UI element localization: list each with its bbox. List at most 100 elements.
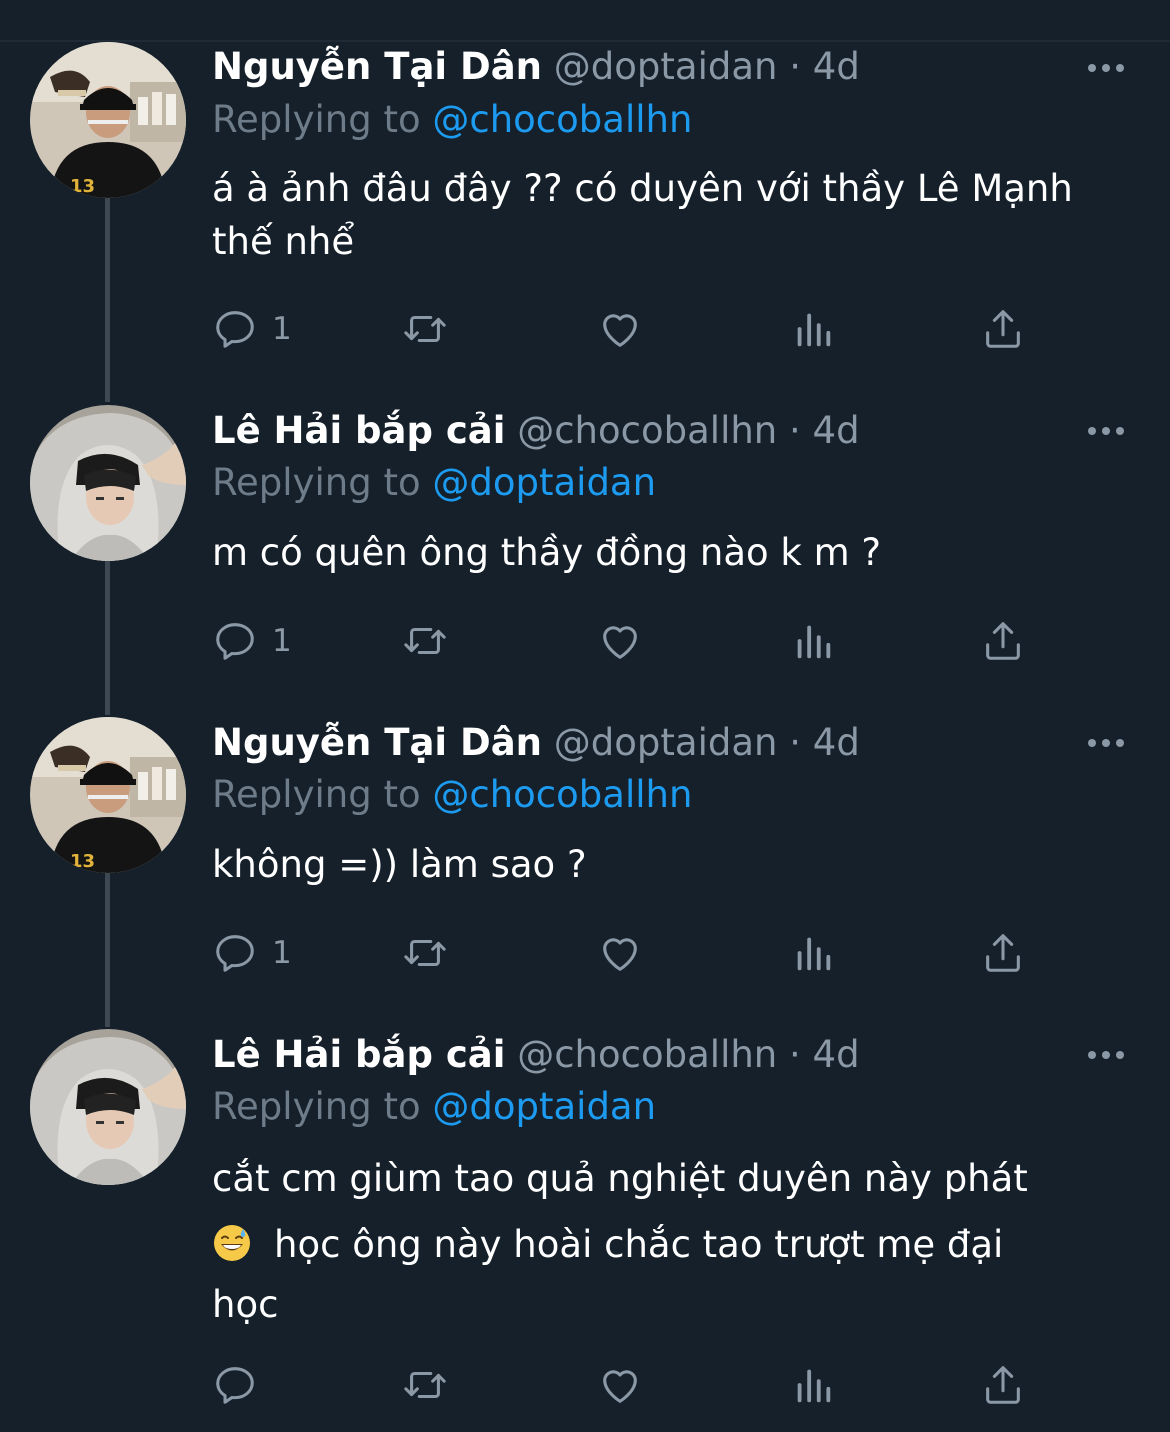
- analytics-button[interactable]: [790, 304, 836, 354]
- reply-count: 1: [272, 311, 292, 347]
- tweet-header: Lê Hải bắp cải @chocoballhn · 4d: [212, 1030, 860, 1080]
- retweet-icon: [404, 627, 446, 655]
- like-button[interactable]: [597, 928, 643, 978]
- analytics-button[interactable]: [790, 928, 836, 978]
- like-button[interactable]: [597, 304, 643, 354]
- retweet-button[interactable]: [402, 616, 448, 666]
- share-icon: [986, 310, 1020, 348]
- avatar[interactable]: 13: [30, 42, 186, 198]
- separator: ·: [789, 409, 801, 452]
- user-handle[interactable]: @chocoballhn: [517, 1033, 777, 1076]
- tweet-text-line: không =)) làm sao ?: [212, 843, 587, 886]
- like-button[interactable]: [597, 616, 643, 666]
- reply-button[interactable]: [212, 1360, 258, 1410]
- user-handle[interactable]: @chocoballhn: [517, 409, 777, 452]
- replying-to: Replying to @chocoballhn: [212, 95, 692, 145]
- separator: ·: [789, 45, 802, 88]
- share-button[interactable]: [980, 304, 1026, 354]
- man-cap-avatar-image: 13: [30, 42, 186, 198]
- hoodie-avatar-image: [30, 405, 186, 561]
- tweet-actions: [212, 1360, 1112, 1410]
- timestamp[interactable]: 4d: [813, 409, 860, 452]
- tweet[interactable]: Lê Hải bắp cải @chocoballhn · 4d Replyin…: [0, 400, 1170, 712]
- replying-to: Replying to @chocoballhn: [212, 770, 692, 820]
- replying-to-label: Replying to: [212, 773, 421, 816]
- retweet-button[interactable]: [402, 304, 448, 354]
- tweet-header: Nguyễn Tại Dân @doptaidan · 4d: [212, 718, 860, 768]
- tweet[interactable]: 13 Nguyễn Tại Dân @doptaidan · 4d Replyi…: [0, 0, 1170, 400]
- share-button[interactable]: [980, 1360, 1026, 1410]
- tweet-actions: 1: [212, 304, 1112, 354]
- avatar[interactable]: [30, 405, 186, 561]
- user-handle[interactable]: @doptaidan: [554, 45, 778, 88]
- tweet-text: cắt cm giùm tao quả nghiệt duyên này phá…: [212, 1149, 1132, 1335]
- analytics-button[interactable]: [790, 1360, 836, 1410]
- like-icon: [603, 938, 637, 971]
- user-handle[interactable]: @doptaidan: [554, 721, 778, 764]
- reply-count: 1: [272, 623, 292, 659]
- share-button[interactable]: [980, 616, 1026, 666]
- more-icon[interactable]: [1086, 1045, 1126, 1065]
- reply-button[interactable]: 1: [212, 616, 292, 666]
- retweet-icon: [404, 1371, 446, 1399]
- analytics-icon: [797, 1369, 831, 1403]
- separator: ·: [789, 721, 802, 764]
- share-icon: [986, 1366, 1020, 1404]
- timestamp[interactable]: 4d: [813, 721, 860, 764]
- replying-to-mention[interactable]: @doptaidan: [432, 461, 656, 504]
- tweet-text: á à ảnh đâu đây ?? có duyên với thầy Lê …: [212, 162, 1132, 268]
- analytics-icon: [797, 937, 831, 971]
- replying-to-label: Replying to: [212, 98, 421, 141]
- svg-text:13: 13: [70, 176, 95, 197]
- timestamp[interactable]: 4d: [813, 1033, 860, 1076]
- retweet-button[interactable]: [402, 1360, 448, 1410]
- tweet-text-line-with-emoji: học ông này hoài chắc tao trượt mẹ đại: [212, 1215, 1132, 1275]
- share-icon: [986, 934, 1020, 972]
- more-icon[interactable]: [1086, 58, 1126, 78]
- reply-button[interactable]: 1: [212, 928, 292, 978]
- tweet-text-line: m có quên ông thầy đồng nào k m ?: [212, 531, 882, 574]
- avatar[interactable]: 13: [30, 717, 186, 873]
- like-icon: [603, 626, 637, 659]
- tweet-header: Lê Hải bắp cải @chocoballhn · 4d: [212, 406, 860, 456]
- replying-to-mention[interactable]: @doptaidan: [432, 1085, 656, 1128]
- replying-to: Replying to @doptaidan: [212, 1082, 656, 1132]
- tweet[interactable]: Lê Hải bắp cải @chocoballhn · 4d Replyin…: [0, 1024, 1170, 1432]
- analytics-icon: [797, 625, 831, 659]
- tweet-text-line: cắt cm giùm tao quả nghiệt duyên này phá…: [212, 1157, 1028, 1200]
- like-icon: [603, 1370, 637, 1403]
- avatar[interactable]: [30, 1029, 186, 1185]
- analytics-icon: [797, 313, 831, 347]
- reply-icon: [216, 935, 254, 972]
- retweet-icon: [404, 315, 446, 343]
- display-name[interactable]: Nguyễn Tại Dân: [212, 45, 542, 88]
- share-button[interactable]: [980, 928, 1026, 978]
- more-icon[interactable]: [1086, 421, 1126, 441]
- analytics-button[interactable]: [790, 616, 836, 666]
- share-icon: [986, 622, 1020, 660]
- display-name[interactable]: Lê Hải bắp cải: [212, 1033, 505, 1076]
- retweet-button[interactable]: [402, 928, 448, 978]
- more-icon[interactable]: [1086, 733, 1126, 753]
- tweet-text-line: học: [212, 1283, 279, 1326]
- tweet-text-line: học ông này hoài chắc tao trượt mẹ đại: [274, 1223, 1004, 1266]
- retweet-icon: [404, 939, 446, 967]
- reply-button[interactable]: 1: [212, 304, 292, 354]
- like-button[interactable]: [597, 1360, 643, 1410]
- replying-to-mention[interactable]: @chocoballhn: [432, 98, 692, 141]
- replying-to: Replying to @doptaidan: [212, 458, 656, 508]
- hoodie-avatar-image: [30, 1029, 186, 1185]
- separator: ·: [789, 1033, 801, 1076]
- grinning-sweat-emoji: [212, 1221, 252, 1261]
- display-name[interactable]: Lê Hải bắp cải: [212, 409, 505, 452]
- tweet[interactable]: 13 Nguyễn Tại Dân @doptaidan · 4d Replyi…: [0, 712, 1170, 1024]
- tweet-text-line: á à ảnh đâu đây ?? có duyên với thầy Lê …: [212, 167, 1073, 210]
- tweet-actions: 1: [212, 616, 1112, 666]
- tweet-actions: 1: [212, 928, 1112, 978]
- reply-count: 1: [272, 935, 292, 971]
- reply-icon: [216, 623, 254, 660]
- display-name[interactable]: Nguyễn Tại Dân: [212, 721, 542, 764]
- replying-to-mention[interactable]: @chocoballhn: [432, 773, 692, 816]
- timestamp[interactable]: 4d: [813, 45, 860, 88]
- reply-icon: [216, 1367, 254, 1404]
